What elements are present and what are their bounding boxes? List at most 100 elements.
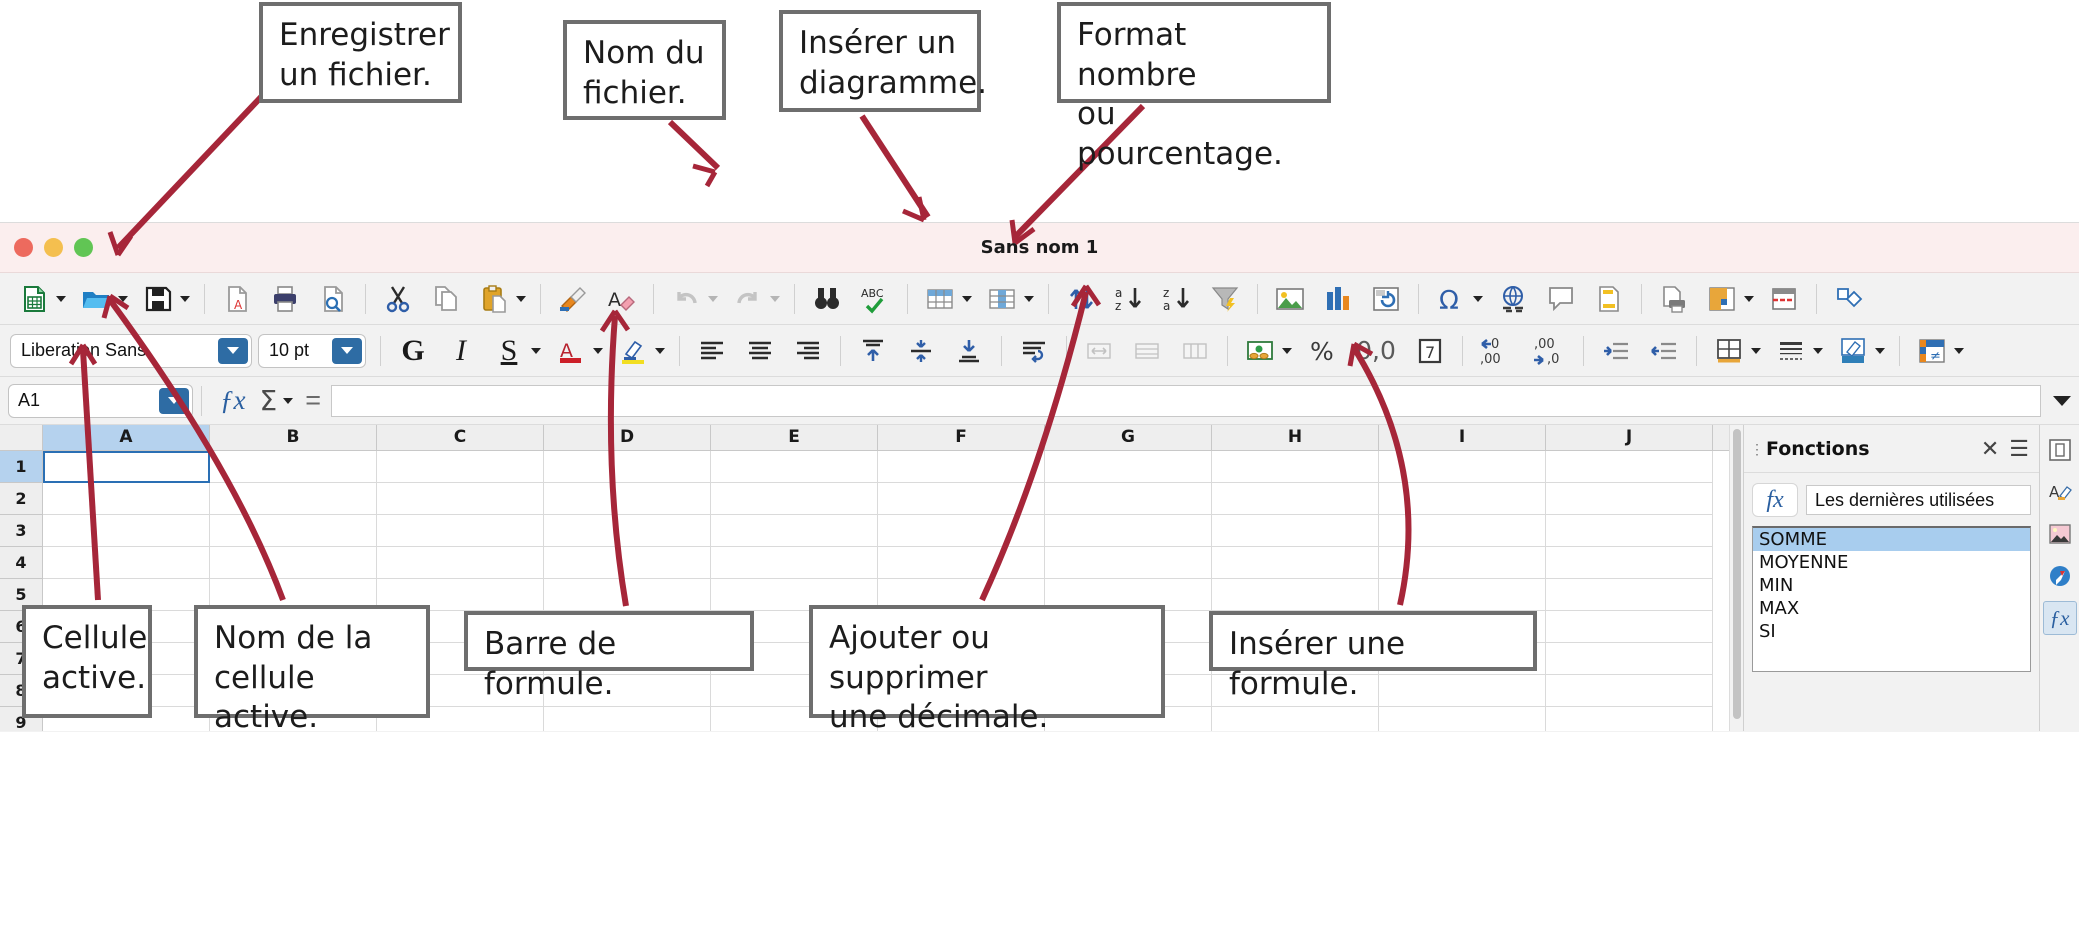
font-name-dropdown-icon[interactable] [218, 337, 248, 364]
grid-cell-j1[interactable] [1546, 451, 1713, 483]
grid-cell-f2[interactable] [878, 483, 1045, 515]
grid-cell-g3[interactable] [1045, 515, 1212, 547]
pivot-table-button[interactable] [1362, 277, 1410, 321]
sum-caret[interactable] [281, 381, 295, 421]
paste-caret[interactable] [514, 279, 528, 319]
gallery-icon[interactable] [2043, 517, 2077, 551]
function-list[interactable]: SOMME MOYENNE MIN MAX SI [1752, 526, 2031, 672]
grid-cell-c2[interactable] [377, 483, 544, 515]
grid-cell-i1[interactable] [1379, 451, 1546, 483]
undo-caret[interactable] [706, 279, 720, 319]
sidebar-grip-icon[interactable]: ⋮ [1750, 442, 1764, 456]
function-list-item[interactable]: MOYENNE [1753, 551, 2030, 574]
underline-button[interactable]: S [485, 329, 547, 373]
grid-cell-b3[interactable] [210, 515, 377, 547]
font-size-dropdown-icon[interactable] [332, 337, 362, 364]
row-header-3[interactable]: 3 [0, 515, 43, 547]
grid-cell-h1[interactable] [1212, 451, 1379, 483]
functions-icon[interactable]: ƒx [2042, 601, 2077, 635]
add-decimal-place-button[interactable]: 0 ,00 [1471, 329, 1523, 373]
grid-cell-j3[interactable] [1546, 515, 1713, 547]
row-header-2[interactable]: 2 [0, 483, 43, 515]
align-center-button[interactable] [736, 329, 784, 373]
conditional-formatting-button[interactable]: ≠ [1908, 329, 1970, 373]
font-name-input[interactable]: Liberation Sans [10, 333, 252, 368]
grid-cell-d4[interactable] [544, 547, 711, 579]
sort-ascending-button[interactable]: a z [1105, 277, 1153, 321]
styles-icon[interactable]: A [2043, 475, 2077, 509]
select-all-corner[interactable] [0, 425, 43, 450]
sidebar-settings-icon[interactable] [2043, 433, 2077, 467]
border-style-button[interactable] [1767, 329, 1829, 373]
delete-decimal-place-button[interactable]: ,00 ,0 [1523, 329, 1575, 373]
export-pdf-button[interactable]: A [213, 277, 261, 321]
grid-cell-c1[interactable] [377, 451, 544, 483]
grid-cell-f3[interactable] [878, 515, 1045, 547]
grid-cell-a3[interactable] [43, 515, 210, 547]
freeze-rows-columns-button[interactable] [1698, 277, 1760, 321]
insert-row-button[interactable] [916, 277, 978, 321]
grid-cell-d2[interactable] [544, 483, 711, 515]
spelling-button[interactable]: ABC [851, 277, 899, 321]
grid-cell-f1[interactable] [878, 451, 1045, 483]
row-header-4[interactable]: 4 [0, 547, 43, 579]
grid-cell-d1[interactable] [544, 451, 711, 483]
grid-cell-g2[interactable] [1045, 483, 1212, 515]
borders-button[interactable] [1705, 329, 1767, 373]
grid-cell-j7[interactable] [1546, 643, 1713, 675]
name-box-dropdown-icon[interactable] [159, 387, 189, 414]
italic-button[interactable]: I [437, 329, 485, 373]
align-left-button[interactable] [688, 329, 736, 373]
column-header-f[interactable]: F [878, 425, 1045, 450]
decrease-indent-button[interactable] [1640, 329, 1688, 373]
unmerge-cells-button[interactable] [1171, 329, 1219, 373]
clear-formatting-button[interactable]: A [597, 277, 645, 321]
function-list-item[interactable]: SOMME [1753, 528, 2030, 551]
background-color-caret[interactable] [1873, 331, 1887, 371]
grid-cell-d5[interactable] [544, 579, 711, 611]
background-color-button[interactable] [1829, 329, 1891, 373]
vertical-scrollbar[interactable] [1729, 425, 1743, 731]
align-bottom-button[interactable] [945, 329, 993, 373]
scrollbar-thumb[interactable] [1733, 429, 1741, 719]
column-header-h[interactable]: H [1212, 425, 1379, 450]
currency-format-button[interactable] [1236, 329, 1298, 373]
undo-button[interactable] [662, 277, 724, 321]
insert-function-button[interactable]: fx [1752, 483, 1798, 517]
grid-cell-i4[interactable] [1379, 547, 1546, 579]
row-header-1[interactable]: 1 [0, 451, 43, 483]
bold-button[interactable]: G [389, 329, 437, 373]
clone-formatting-button[interactable] [549, 277, 597, 321]
formula-input[interactable] [330, 384, 2041, 417]
grid-cell-d9[interactable] [544, 707, 711, 731]
grid-cell-i2[interactable] [1379, 483, 1546, 515]
conditional-formatting-caret[interactable] [1952, 331, 1966, 371]
save-file-button[interactable] [134, 277, 196, 321]
grid-cell-b2[interactable] [210, 483, 377, 515]
grid-cell-d3[interactable] [544, 515, 711, 547]
row-caret[interactable] [960, 279, 974, 319]
special-character-caret[interactable] [1471, 279, 1485, 319]
highlight-color-caret[interactable] [653, 331, 667, 371]
insert-column-button[interactable] [978, 277, 1040, 321]
grid-cell-a1[interactable] [43, 451, 210, 483]
print-area-button[interactable] [1650, 277, 1698, 321]
navigator-icon[interactable] [2043, 559, 2077, 593]
align-right-button[interactable] [784, 329, 832, 373]
column-caret[interactable] [1022, 279, 1036, 319]
hamburger-menu-icon[interactable]: ☰ [2009, 436, 2039, 462]
insert-image-button[interactable] [1266, 277, 1314, 321]
grid-cell-h2[interactable] [1212, 483, 1379, 515]
column-header-d[interactable]: D [544, 425, 711, 450]
freeze-caret[interactable] [1742, 279, 1756, 319]
font-color-button[interactable]: A [547, 329, 609, 373]
function-list-item[interactable]: MIN [1753, 574, 2030, 597]
function-wizard-icon[interactable]: ƒx [210, 385, 255, 416]
grid-cell-h5[interactable] [1212, 579, 1379, 611]
column-header-a[interactable]: A [43, 425, 210, 450]
grid-cell-j5[interactable] [1546, 579, 1713, 611]
new-document-button[interactable] [10, 277, 72, 321]
percent-format-button[interactable]: % [1298, 329, 1346, 373]
grid-cell-e3[interactable] [711, 515, 878, 547]
sum-sigma-icon[interactable]: Σ [255, 384, 281, 417]
